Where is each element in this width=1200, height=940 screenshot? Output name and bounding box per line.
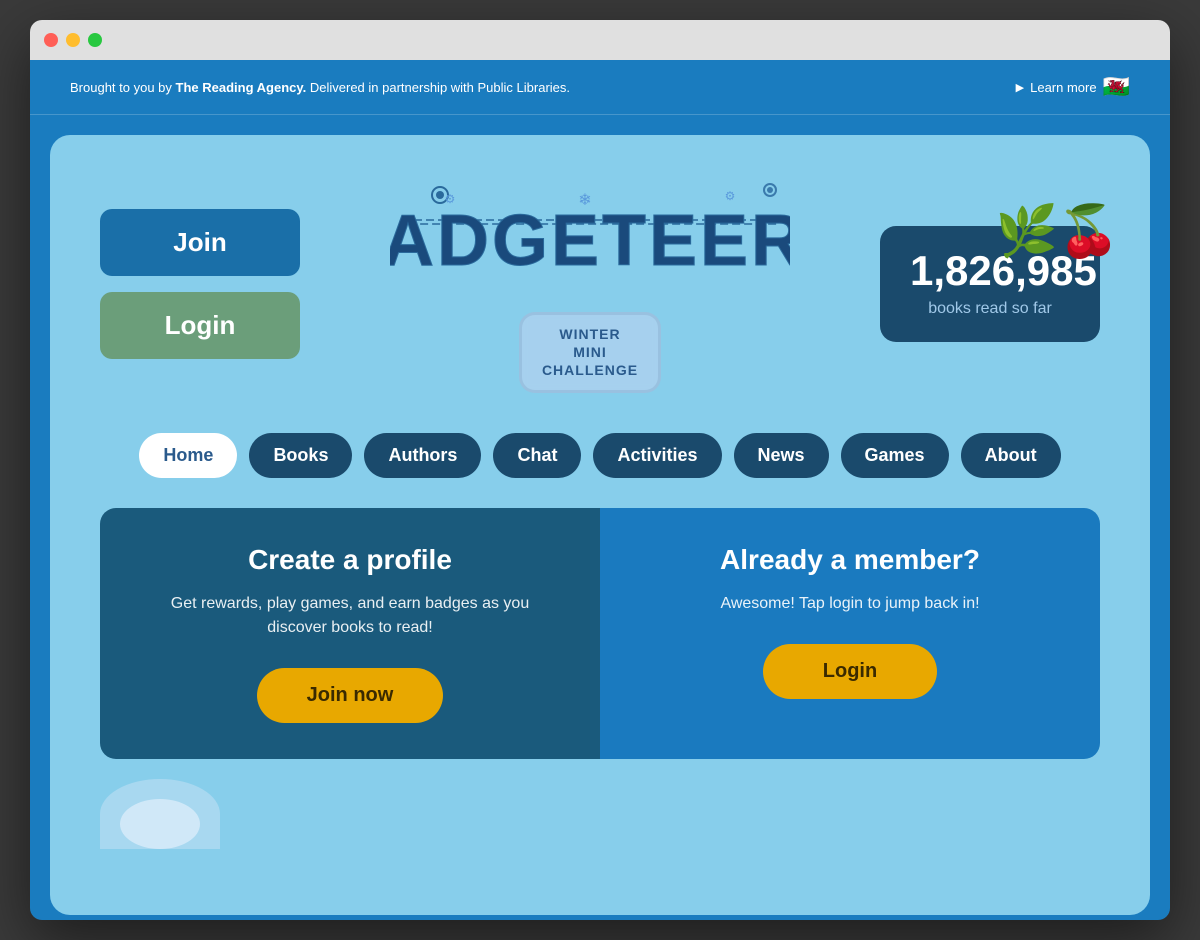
top-banner: Brought to you by The Reading Agency. De… [30,60,1170,115]
hero-section: Join Login [100,165,1100,393]
nav-chat[interactable]: Chat [493,433,581,478]
login-button[interactable]: Login [100,292,300,359]
holly-icon: 🌿🍒 [995,206,1120,256]
winter-badge: WINTER MINI CHALLENGE [519,312,661,393]
main-container: Join Login [50,135,1150,915]
member-desc: Awesome! Tap login to jump back in! [720,592,979,616]
svg-text:⚙: ⚙ [445,192,456,206]
create-profile-desc: Get rewards, play games, and earn badges… [140,592,560,640]
learn-more-link[interactable]: ▶ Learn more 🏴󠁧󠁢󠁷󠁬󠁳󠁿 [1016,74,1130,100]
svg-text:GADGETEERS: GADGETEERS [390,201,790,281]
cards-section: Create a profile Get rewards, play games… [100,508,1100,759]
nav-books[interactable]: Books [249,433,352,478]
close-button[interactable] [44,33,58,47]
stats-box: 🌿🍒 1,826,985 books read so far [880,226,1100,342]
member-title: Already a member? [720,544,980,576]
nav-news[interactable]: News [734,433,829,478]
agency-name: The Reading Agency. [176,80,307,95]
learn-more-text: Learn more [1030,80,1096,95]
nav-section: Home Books Authors Chat Activities News … [100,433,1100,478]
mac-titlebar [30,20,1170,60]
bottom-character-peek [100,779,220,849]
svg-text:⚙: ⚙ [725,189,736,203]
login-card-button[interactable]: Login [763,644,937,699]
wales-flag-icon: 🏴󠁧󠁢󠁷󠁬󠁳󠁿 [1103,74,1130,100]
bottom-section [100,779,1100,849]
banner-text: Brought to you by The Reading Agency. De… [70,80,570,95]
join-now-button[interactable]: Join now [257,668,444,723]
nav-activities[interactable]: Activities [593,433,721,478]
nav-games[interactable]: Games [841,433,949,478]
nav-about[interactable]: About [961,433,1061,478]
logo-wrapper: GADGETEERS ❄ ⚙ ⚙ WINTER MINI CHALLENGE [390,175,790,393]
auth-buttons: Join Login [100,209,300,359]
stats-label: books read so far [910,300,1070,318]
create-profile-title: Create a profile [248,544,452,576]
svg-text:❄: ❄ [578,192,591,209]
browser-content: Brought to you by The Reading Agency. De… [30,60,1170,920]
maximize-button[interactable] [88,33,102,47]
member-card: Already a member? Awesome! Tap login to … [600,508,1100,759]
logo-decoration: GADGETEERS ❄ ⚙ ⚙ [390,175,790,300]
play-icon: ▶ [1016,81,1024,94]
nav-authors[interactable]: Authors [364,433,481,478]
nav-home[interactable]: Home [139,433,237,478]
minimize-button[interactable] [66,33,80,47]
create-profile-card: Create a profile Get rewards, play games… [100,508,600,759]
mac-window: Brought to you by The Reading Agency. De… [30,20,1170,920]
join-button[interactable]: Join [100,209,300,276]
winter-badge-text: WINTER MINI CHALLENGE [542,325,638,380]
gadgeteers-logo-svg: GADGETEERS ❄ ⚙ ⚙ [390,175,790,295]
